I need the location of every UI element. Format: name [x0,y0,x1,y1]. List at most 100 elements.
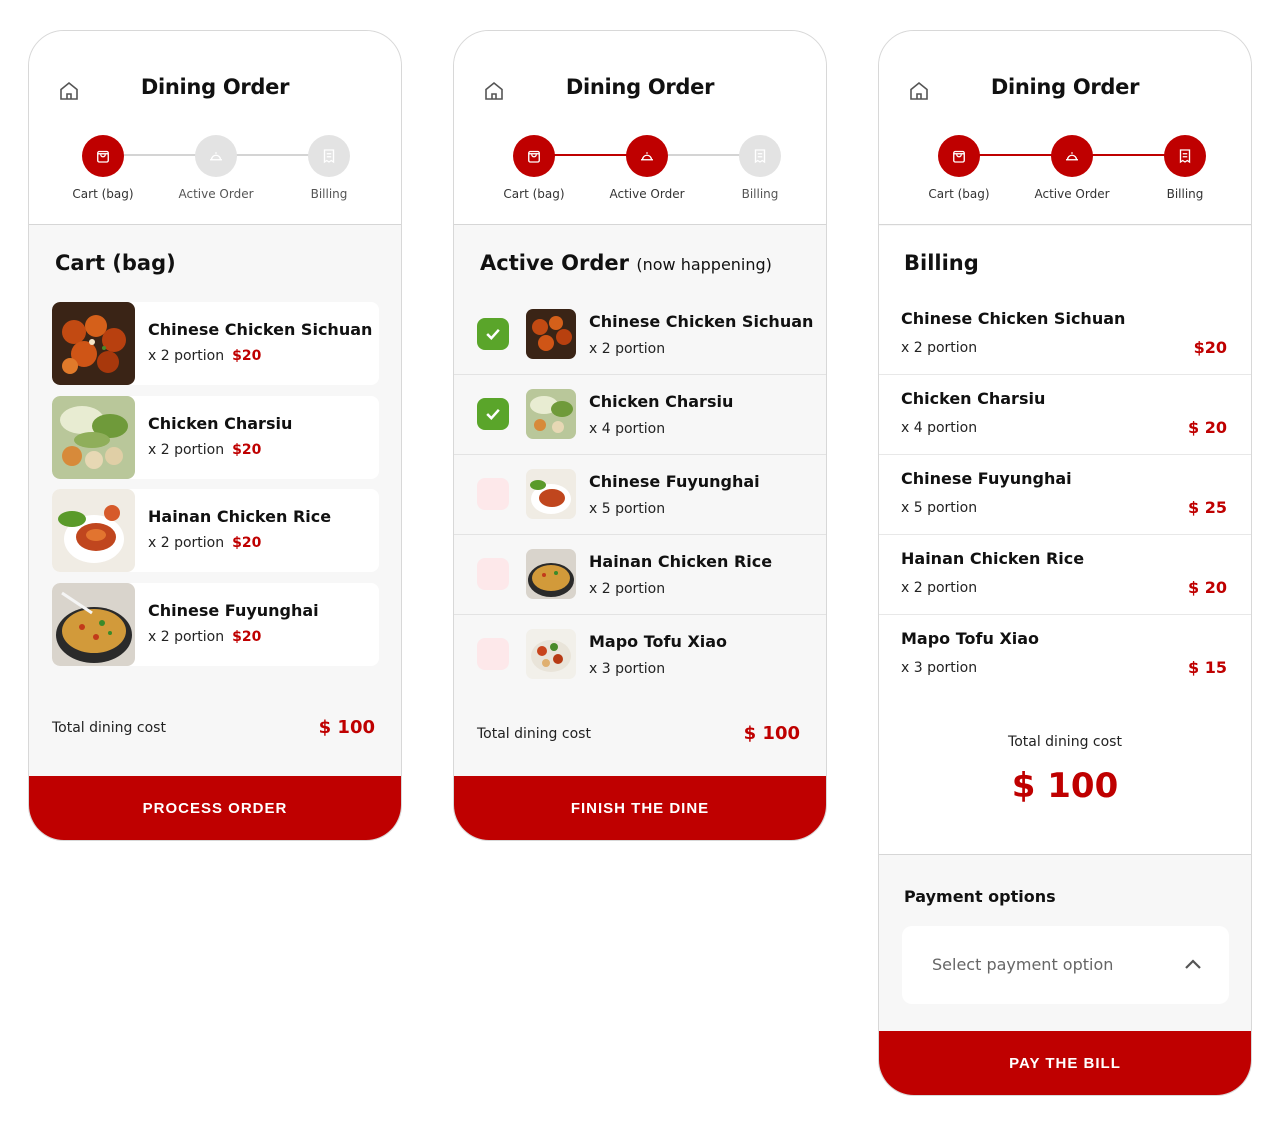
step-label: Active Order [1034,187,1110,201]
item-portion: x 4 portion [589,421,666,437]
step-label: Cart (bag) [503,187,565,201]
billing-screen: Dining Order Cart (bag) Active Order Bil… [878,30,1252,1096]
order-stepper: Cart (bag) Active Order Billing [454,135,826,215]
bill-summary: Billing Chinese Chicken Sichuan x 2 port… [879,226,1251,855]
item-portion: x 5 portion [589,501,666,517]
step-cart[interactable]: Cart (bag) [914,135,1004,201]
item-name: Chinese Fuyunghai [901,469,1072,488]
item-portion: x 3 portion [901,660,978,676]
section-title-main: Active Order [480,251,630,275]
total-value: $ 100 [1011,766,1119,806]
item-name: Chinese Chicken Sichuan [148,320,373,339]
item-price: $20 [232,348,262,364]
payment-option-select[interactable]: Select payment option [902,926,1229,1004]
order-checkbox[interactable] [477,638,509,670]
total-label: Total dining cost [52,719,166,736]
cart-item[interactable]: Chinese Chicken Sichuan x 2 portion $20 [52,302,379,385]
header: Dining Order Cart (bag) Active Order Bil… [29,31,401,225]
item-portion: x 2 portion [901,580,978,596]
item-meta: x 2 portion $20 [148,629,261,645]
step-active-order[interactable]: Active Order [602,135,692,201]
order-checkbox[interactable] [477,398,509,430]
cart-item[interactable]: Chicken Charsiu x 2 portion $20 [52,396,379,479]
item-name: Mapo Tofu Xiao [589,632,728,651]
order-checkbox[interactable] [477,558,509,590]
section-title: Active Order (now happening) [480,251,772,275]
item-price: $ 25 [1188,498,1227,517]
item-portion: x 4 portion [901,420,978,436]
finish-dine-button[interactable]: FINISH THE DINE [454,776,826,840]
item-portion: x 2 portion [148,535,225,551]
order-row: Hainan Chicken Rice x 2 portion [454,535,826,615]
item-portion: x 3 portion [589,661,666,677]
item-name: Chinese Chicken Sichuan [589,312,814,331]
bill-row: Chicken Charsiu x 4 portion $ 20 [879,375,1251,455]
header: Dining Order Cart (bag) Active Order Bil… [454,31,826,225]
step-active-order[interactable]: Active Order [171,135,261,201]
step-label: Billing [1166,187,1204,201]
process-order-button[interactable]: PROCESS ORDER [29,776,401,840]
item-price: $20 [232,535,262,551]
item-name: Hainan Chicken Rice [901,549,1085,568]
cart-screen: Dining Order Cart (bag) Active Order Bil… [28,30,402,841]
receipt-icon [1164,135,1206,177]
item-name: Chicken Charsiu [589,392,734,411]
page-title: Dining Order [990,75,1140,99]
item-price: $20 [232,442,262,458]
order-row: Chinese Chicken Sichuan x 2 portion [454,295,826,375]
food-image [526,389,576,439]
item-portion: x 5 portion [901,500,978,516]
step-cart[interactable]: Cart (bag) [58,135,148,201]
food-image [526,469,576,519]
cloche-icon [195,135,237,177]
step-label: Active Order [178,187,254,201]
item-price: $ 20 [1188,578,1227,597]
cart-item[interactable]: Chinese Fuyunghai x 2 portion $20 [52,583,379,666]
step-label: Billing [741,187,779,201]
receipt-icon [308,135,350,177]
item-name: Hainan Chicken Rice [589,552,773,571]
bag-icon [938,135,980,177]
food-image [526,629,576,679]
item-meta: x 2 portion $20 [148,442,261,458]
order-checkbox[interactable] [477,478,509,510]
step-label: Cart (bag) [72,187,134,201]
page-title: Dining Order [565,75,715,99]
step-label: Cart (bag) [928,187,990,201]
payment-placeholder: Select payment option [932,955,1114,974]
bill-row: Mapo Tofu Xiao x 3 portion $ 15 [879,615,1251,695]
receipt-icon [739,135,781,177]
item-meta: x 2 portion $20 [148,535,261,551]
chevron-up-icon[interactable] [1183,956,1203,970]
total-row: Total dining cost $ 100 [477,723,800,744]
item-portion: x 2 portion [589,581,666,597]
pay-bill-button[interactable]: PAY THE BILL [879,1031,1251,1095]
section-title: Cart (bag) [55,251,176,275]
step-billing[interactable]: Billing [1140,135,1230,201]
order-checkbox[interactable] [477,318,509,350]
food-image [52,489,135,572]
cart-item[interactable]: Hainan Chicken Rice x 2 portion $20 [52,489,379,572]
item-portion: x 2 portion [148,442,225,458]
cloche-icon [626,135,668,177]
food-image [52,583,135,666]
item-portion: x 2 portion [589,341,666,357]
step-billing[interactable]: Billing [284,135,374,201]
item-portion: x 2 portion [901,340,978,356]
step-active-order[interactable]: Active Order [1027,135,1117,201]
item-price: $20 [232,629,262,645]
total-row: Total dining cost $ 100 [52,717,375,738]
bag-icon [82,135,124,177]
order-row: Mapo Tofu Xiao x 3 portion [454,615,826,695]
total-label: Total dining cost [1008,734,1122,750]
bill-row: Hainan Chicken Rice x 2 portion $ 20 [879,535,1251,615]
food-image [52,302,135,385]
step-label: Active Order [609,187,685,201]
item-name: Chicken Charsiu [901,389,1046,408]
order-row: Chicken Charsiu x 4 portion [454,375,826,455]
item-name: Chinese Fuyunghai [148,601,319,620]
food-image [526,309,576,359]
step-billing[interactable]: Billing [715,135,805,201]
item-name: Hainan Chicken Rice [148,507,332,526]
step-cart[interactable]: Cart (bag) [489,135,579,201]
